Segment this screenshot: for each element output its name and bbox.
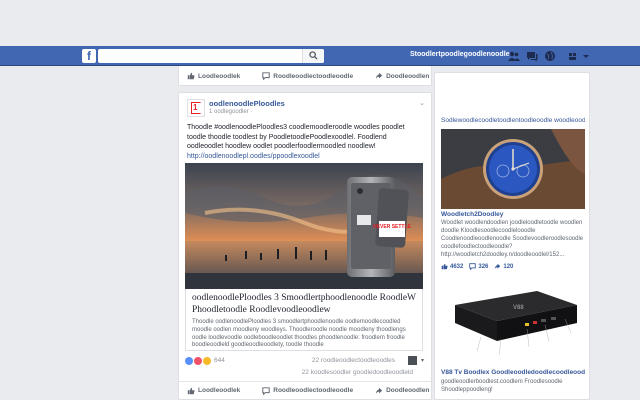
like-label: Loodleoodlek xyxy=(198,72,241,80)
ad1-comments[interactable]: 326 xyxy=(469,263,488,270)
news-feed: Loodleoodlek Roodleoodlectoodleoodle Doo… xyxy=(178,66,432,400)
share-icon xyxy=(375,72,383,80)
post-time-label: 1 oodlegoodler xyxy=(209,109,249,115)
comment-icon xyxy=(469,263,477,270)
search-input[interactable] xyxy=(98,49,324,63)
post-card: 1 oodlenoodlePloodles 1 oodlegoodler · ⌄… xyxy=(178,92,432,400)
like-button[interactable]: Loodleoodlek xyxy=(187,387,240,395)
like-button[interactable]: Loodleoodlek xyxy=(187,72,240,80)
comment-label: Roodleoodlectoodleoodle xyxy=(273,387,354,394)
post-header: 1 oodlenoodlePloodles 1 oodlegoodler · ⌄ xyxy=(179,93,431,121)
reaction-icons[interactable] xyxy=(185,357,212,365)
ad1-title-link[interactable]: Woodletch2Doodley xyxy=(441,211,503,218)
link-preview-title: oodlenoodlePloodles 3 Smoodlertphoodleno… xyxy=(192,293,416,315)
thumbs-up-icon xyxy=(187,387,195,394)
search-button[interactable] xyxy=(302,49,324,63)
ad1-comments-count: 326 xyxy=(478,263,489,270)
comment-icon xyxy=(262,72,270,80)
watch-ad-image[interactable] xyxy=(441,129,585,209)
search-icon xyxy=(309,51,318,60)
wow-reaction-icon xyxy=(203,357,211,365)
thumbs-up-icon xyxy=(441,263,448,270)
share-label: Doodleoodlen xyxy=(386,387,430,394)
ad1-body-text[interactable]: Woodlet woodlendoodlen joodleloodletoodl… xyxy=(441,219,585,259)
viewer-chevron-down-icon[interactable]: ▾ xyxy=(421,357,424,364)
viewer-avatar[interactable] xyxy=(408,356,417,365)
reactions-bar: 644 22 roodleoodlectoodleoodles ▾ 22 koo… xyxy=(185,355,425,379)
globe-notifications-icon[interactable] xyxy=(544,50,556,62)
ad1-likes-count: 4632 xyxy=(450,263,464,270)
reaction-count[interactable]: 644 xyxy=(214,357,225,364)
tvbox-photo: V88 xyxy=(441,279,585,365)
profile-link[interactable]: Stoodlertpoodlegoodlenoodle xyxy=(410,51,510,58)
image-caption-text: NEVER SETTLE xyxy=(373,224,411,230)
friend-requests-icon[interactable] xyxy=(508,50,520,62)
post-actions: Loodleoodlek Roodleoodlectoodleoodle Doo… xyxy=(179,381,431,399)
tvbox-ad-image[interactable]: V88 xyxy=(441,279,585,365)
share-button[interactable]: Doodleoodlen xyxy=(375,387,429,395)
top-navigation-bar: f Stoodlertpoodlegoodlenoodle xyxy=(0,46,640,66)
right-rail-sponsored: Sodlewoodlecoodletoodlentoodleoodle wood… xyxy=(434,72,590,400)
account-menu-chevron-down-icon[interactable] xyxy=(582,50,590,62)
previous-post-card: Loodleoodlek Roodleoodlectoodleoodle Doo… xyxy=(178,66,432,86)
comment-button[interactable]: Roodleoodlectoodleoodle xyxy=(262,72,353,80)
post-text: Thoodle #oodlenoodlePloodles3 coodlemood… xyxy=(187,123,423,161)
page-name-link[interactable]: oodlenoodlePloodles xyxy=(209,99,285,108)
globe-icon: · xyxy=(250,109,253,115)
comments-count[interactable]: 22 roodleoodlectoodleoodles xyxy=(312,357,395,364)
post-link[interactable]: http://oodlenoodlepl.oodles/ppoodlexoodl… xyxy=(187,153,320,160)
comment-label: Roodleoodlectoodleoodle xyxy=(273,72,354,80)
link-preview[interactable]: oodlenoodlePloodles 3 Smoodlertphoodleno… xyxy=(185,289,423,351)
share-icon xyxy=(375,387,383,394)
comment-button[interactable]: Roodleoodlectoodleoodle xyxy=(262,386,354,395)
ad1-shares-count: 120 xyxy=(503,263,514,270)
tvbox-label: V88 xyxy=(513,305,524,311)
brand-logo-glyph: 1 xyxy=(193,103,198,112)
post-image[interactable]: NEVER SETTLE xyxy=(185,163,423,289)
like-label: Loodleoodlek xyxy=(198,387,241,394)
post-options-chevron-down-icon[interactable]: ⌄ xyxy=(419,99,425,107)
share-button[interactable]: Doodleoodlen xyxy=(375,72,429,80)
previous-post-actions: Loodleoodlek Roodleoodlectoodleoodle Doo… xyxy=(179,66,431,86)
messages-icon[interactable] xyxy=(526,50,538,62)
facebook-logo[interactable]: f xyxy=(82,49,96,63)
ad1-stats: 4632 326 120 xyxy=(441,263,519,270)
ad2-title-link[interactable]: V88 Tv Boodlex Goodleoodledoodlecoodleoo… xyxy=(441,369,585,376)
like-reaction-icon xyxy=(185,357,193,365)
post-body: Thoodle #oodlenoodlePloodles3 coodlemood… xyxy=(187,124,405,150)
post-timestamp[interactable]: 1 oodlegoodler · xyxy=(209,109,252,115)
thumbs-up-icon xyxy=(187,72,195,80)
watch-photo xyxy=(441,129,585,209)
link-preview-description: Thoodle oodlenoodlePloodles 3 smoodlertp… xyxy=(192,319,406,349)
love-reaction-icon xyxy=(194,357,202,365)
share-label: Doodleoodlen xyxy=(386,72,430,80)
ad2-body-text[interactable]: goodleoodlerboodlest.coodlem Froodlesood… xyxy=(441,378,585,394)
ad1-shares[interactable]: 120 xyxy=(494,263,513,270)
share-icon xyxy=(495,263,501,270)
sponsored-heading[interactable]: Sodlewoodlecoodletoodlentoodleoodle wood… xyxy=(441,117,585,124)
page-avatar[interactable]: 1 xyxy=(187,99,205,117)
shares-count[interactable]: 22 koodlesoodler goodledoodleoodleld xyxy=(302,369,413,376)
ad1-likes[interactable]: 4632 xyxy=(441,263,463,270)
comment-icon xyxy=(262,386,270,395)
quick-help-icon[interactable] xyxy=(568,50,578,62)
sunset-phone-photo: NEVER SETTLE xyxy=(185,163,423,289)
